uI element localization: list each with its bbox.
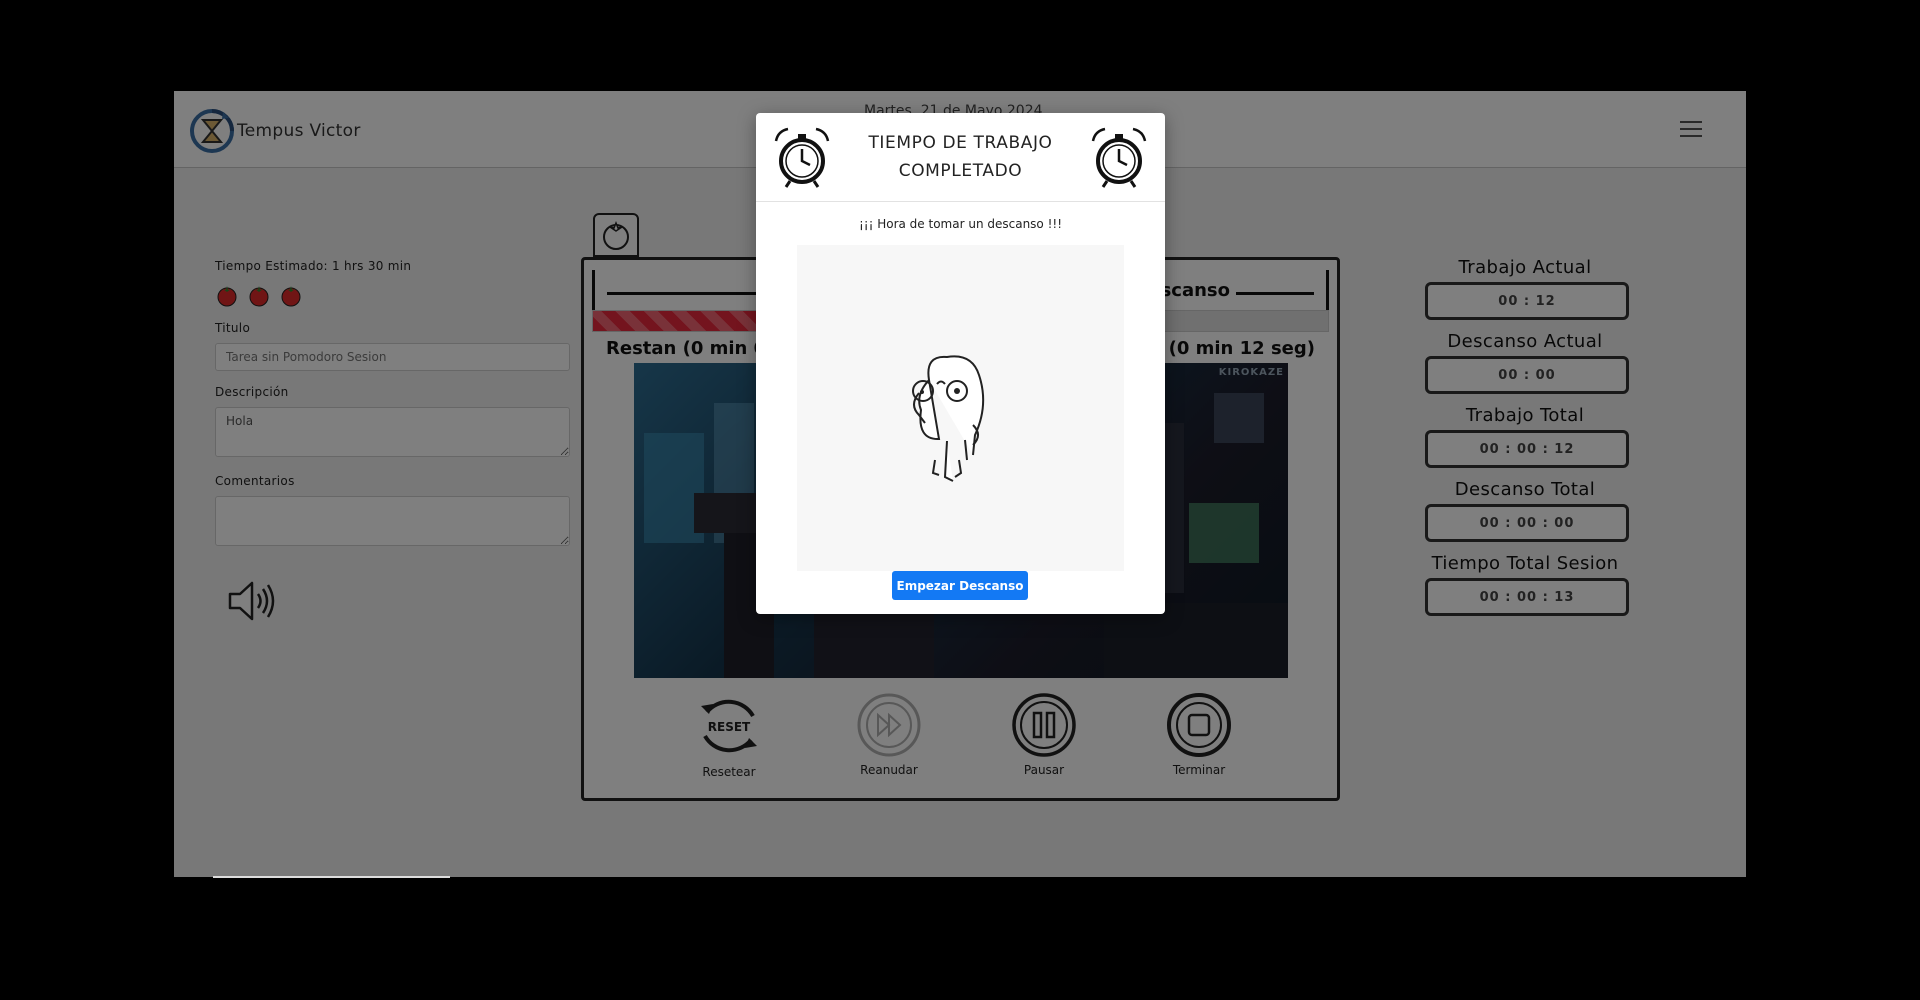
alarm-clock-icon [1091, 127, 1147, 188]
modal-header: TIEMPO DE TRABAJO COMPLETADO [756, 113, 1165, 202]
modal-message: ¡¡¡ Hora de tomar un descanso !!! [858, 217, 1063, 231]
modal-title-line-1: TIEMPO DE TRABAJO [868, 133, 1053, 153]
alarm-clock-icon [774, 127, 830, 188]
modal-title-line-2: COMPLETADO [898, 161, 1023, 181]
work-complete-modal: TIEMPO DE TRABAJO COMPLETADO ¡¡¡ Hora de… [756, 113, 1165, 614]
footer-divider [213, 876, 450, 878]
thinking-character-illustration [797, 245, 1124, 571]
modal-title: TIEMPO DE TRABAJO COMPLETADO [846, 129, 1075, 185]
start-break-button[interactable]: Empezar Descanso [892, 571, 1028, 600]
